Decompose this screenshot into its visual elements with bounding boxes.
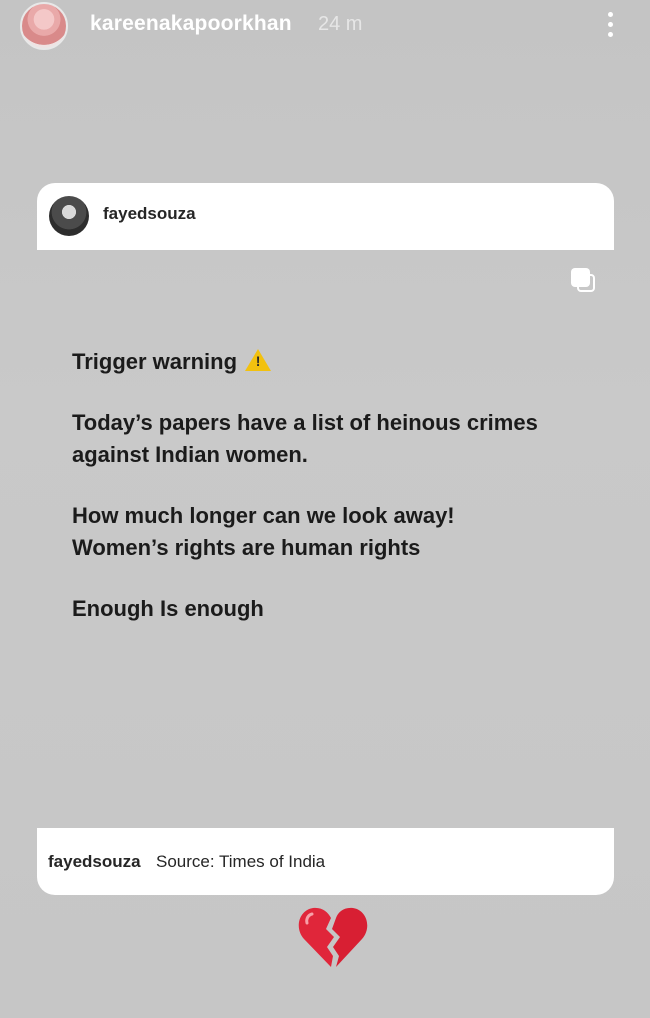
trigger-warning-line: Trigger warning! (72, 346, 272, 378)
message-line: against Indian women. (72, 442, 308, 467)
message-paragraph-3: How much longer can we look away! Women’… (72, 500, 455, 564)
post-author-avatar[interactable] (49, 196, 89, 236)
warning-icon: ! (245, 349, 272, 371)
caption-text: Source: Times of India (156, 852, 326, 871)
message-line: Today’s papers have a list of heinous cr… (72, 410, 538, 435)
message-paragraph-4: Enough Is enough (72, 596, 264, 621)
message-line: Women’s rights are human rights (72, 535, 421, 560)
more-vertical-icon[interactable] (603, 10, 617, 40)
post-author-username[interactable]: fayedsouza (103, 204, 196, 224)
copy-icon[interactable] (571, 268, 597, 294)
warning-mark: ! (255, 353, 261, 369)
broken-heart-icon (298, 907, 368, 967)
story-time: 24 m (318, 13, 363, 35)
trigger-warning-text: Trigger warning (72, 349, 238, 374)
message-paragraph-2: Today’s papers have a list of heinous cr… (72, 407, 538, 471)
caption-username[interactable]: fayedsouza (48, 852, 141, 872)
profile-avatar[interactable] (20, 2, 68, 50)
message-line: How much longer can we look away! (72, 503, 455, 528)
story-username[interactable]: kareenakapoorkhan (90, 12, 292, 36)
shared-post-header[interactable]: fayedsouza (37, 183, 614, 250)
post-caption[interactable]: fayedsouza Source: Times of India (37, 828, 614, 895)
story-header: kareenakapoorkhan 24 m (0, 0, 650, 56)
